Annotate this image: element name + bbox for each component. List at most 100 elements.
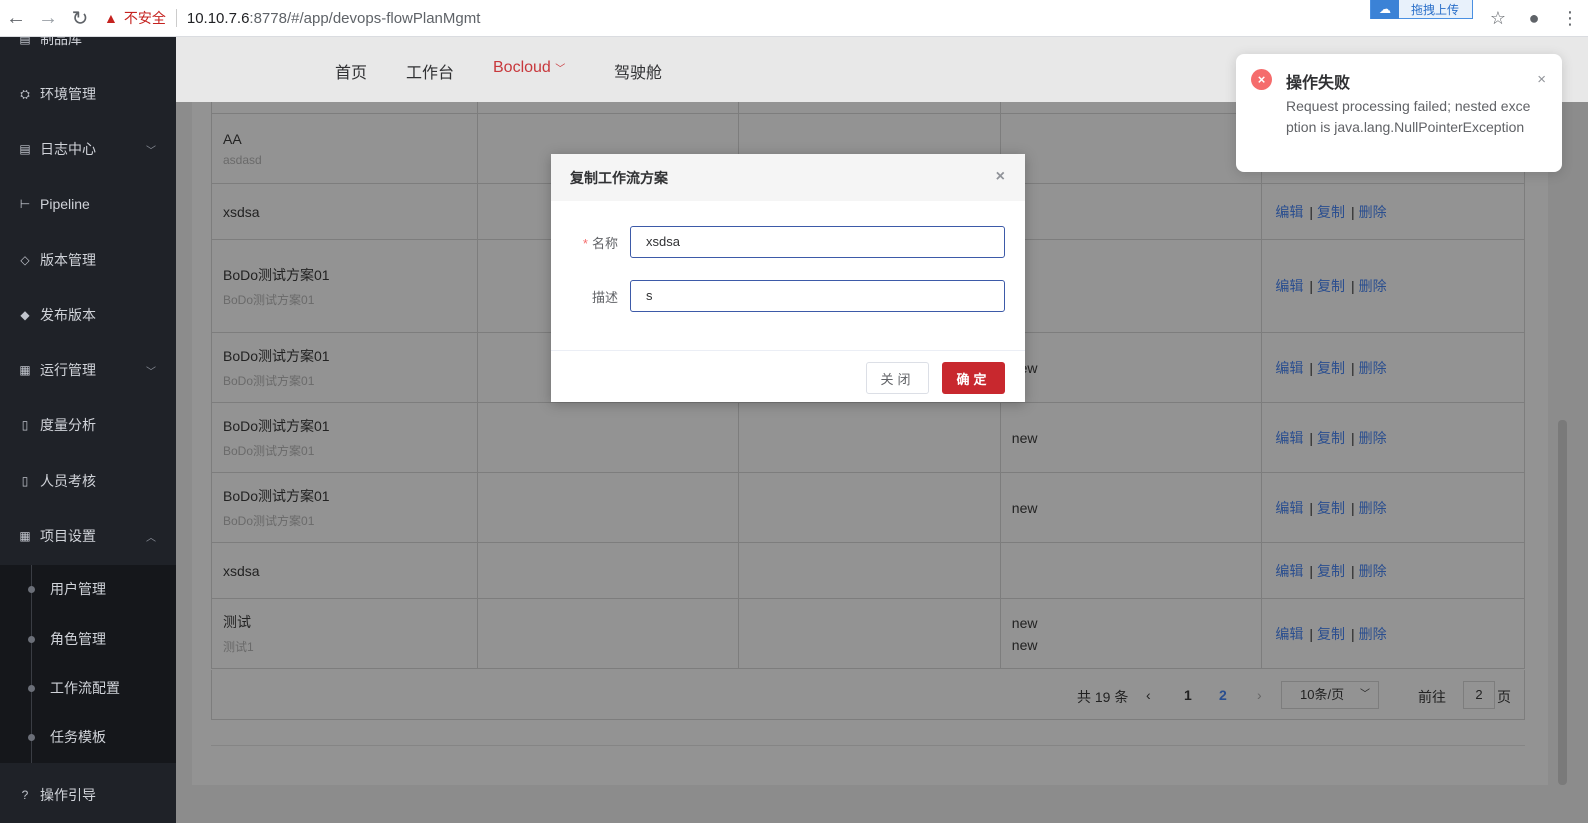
- tab-cockpit[interactable]: 驾驶舱: [614, 59, 662, 83]
- status-text: new: [1011, 614, 1038, 631]
- table-row: BoDo测试方案01BoDo测试方案01 new 编辑|复制|删除: [212, 473, 1524, 543]
- sidebar-item-label: 运行管理: [40, 362, 96, 378]
- address-bar[interactable]: ▲ 不安全 10.10.7.6 :8778/#/app/devops-flowP…: [104, 3, 1588, 33]
- edit-link[interactable]: 编辑: [1275, 428, 1303, 448]
- delete-link[interactable]: 删除: [1359, 358, 1387, 378]
- scrollbar[interactable]: [1558, 420, 1567, 785]
- divider: [211, 745, 1525, 746]
- sidebar-item-versions[interactable]: ◇ 版本管理: [0, 240, 176, 280]
- tab-workbench[interactable]: 工作台: [406, 59, 454, 83]
- plan-name: BoDo测试方案01: [223, 348, 330, 364]
- page-size-select[interactable]: 10条/页 ﹀: [1281, 681, 1379, 709]
- status-cell: new: [1001, 403, 1263, 472]
- copy-link[interactable]: 复制: [1317, 358, 1345, 378]
- account-icon[interactable]: ●: [1516, 8, 1552, 29]
- page-1[interactable]: 1: [1184, 687, 1192, 703]
- plan-name: xsdsa: [223, 203, 260, 220]
- copy-link[interactable]: 复制: [1317, 202, 1345, 222]
- sidebar-item-label: 版本管理: [40, 252, 96, 268]
- desc-label: 描述: [591, 289, 618, 305]
- op-separator: |: [1351, 429, 1355, 446]
- delete-link[interactable]: 删除: [1359, 202, 1387, 222]
- copy-link[interactable]: 复制: [1317, 561, 1345, 581]
- plan-name: 测试: [223, 614, 251, 630]
- prev-page-icon[interactable]: ‹: [1146, 687, 1151, 703]
- ops-cell: 编辑 | 复制 | 删除: [1262, 543, 1524, 598]
- sidebar-item-guide[interactable]: ? 操作引导: [0, 775, 176, 815]
- name-cell: BoDo测试方案01 BoDo测试方案01: [212, 473, 478, 542]
- table-cell: [739, 473, 1001, 542]
- url-path: :8778/#/app/devops-flowPlanMgmt: [249, 9, 481, 27]
- page-2[interactable]: 2: [1219, 687, 1227, 703]
- sidebar-item-workflow-config[interactable]: 工作流配置: [0, 668, 176, 708]
- plan-name: BoDo测试方案01: [223, 266, 330, 283]
- tab-label: Bocloud: [493, 59, 551, 76]
- edit-link[interactable]: 编辑: [1275, 276, 1303, 296]
- url-host: 10.10.7.6: [186, 9, 250, 27]
- copy-link[interactable]: 复制: [1317, 624, 1345, 644]
- delete-link[interactable]: 删除: [1359, 561, 1387, 581]
- copy-link[interactable]: 复制: [1317, 428, 1345, 448]
- box-icon: ◇: [20, 253, 30, 267]
- plan-name: BoDo测试方案01: [223, 418, 330, 434]
- pagination: 共 19 条 ‹ 1 2 › 10条/页 ﹀ 前往 2 页: [211, 670, 1525, 720]
- name-input[interactable]: xsdsa: [630, 226, 1005, 258]
- edit-link[interactable]: 编辑: [1275, 624, 1303, 644]
- status-text: new: [1011, 429, 1038, 446]
- goto-input[interactable]: 2: [1463, 681, 1495, 709]
- plan-name: BoDo测试方案01: [223, 488, 330, 504]
- op-separator: |: [1309, 625, 1314, 642]
- upload-extension[interactable]: ☁ 拖拽上传: [1370, 0, 1473, 19]
- sidebar-item-env[interactable]: ⛭ 环境管理: [0, 74, 176, 114]
- edit-link[interactable]: 编辑: [1275, 498, 1303, 518]
- next-page-icon[interactable]: ›: [1257, 687, 1262, 703]
- dialog-footer: 关闭 确定: [551, 350, 1025, 402]
- menu-icon[interactable]: ⋮: [1552, 8, 1588, 29]
- sidebar-item-label: 角色管理: [50, 631, 106, 647]
- sidebar-item-task-template[interactable]: 任务模板: [0, 717, 176, 757]
- sidebar-item-release[interactable]: ◆ 发布版本: [0, 295, 176, 335]
- table-cell: [1001, 543, 1263, 598]
- desc-input[interactable]: s: [630, 280, 1005, 312]
- doc-icon: ▯: [21, 418, 29, 432]
- release-icon: ◆: [20, 308, 30, 322]
- delete-link[interactable]: 删除: [1359, 428, 1387, 448]
- forward-icon[interactable]: →: [32, 0, 64, 37]
- sidebar-item-project-settings[interactable]: ▦ 项目设置 ︿: [0, 516, 176, 556]
- close-button[interactable]: 关闭: [866, 362, 929, 394]
- delete-link[interactable]: 删除: [1359, 276, 1387, 296]
- sidebar-item-logs[interactable]: ▤ 日志中心 ﹀: [0, 129, 176, 169]
- table-cell: [739, 102, 1001, 113]
- delete-link[interactable]: 删除: [1359, 624, 1387, 644]
- edit-link[interactable]: 编辑: [1275, 202, 1303, 222]
- copy-link[interactable]: 复制: [1317, 498, 1345, 518]
- back-icon[interactable]: ←: [0, 0, 32, 37]
- edit-link[interactable]: 编辑: [1275, 561, 1303, 581]
- dot-icon: [28, 635, 35, 643]
- copy-plan-dialog: 复制工作流方案 × * 名称 xsdsa 描述 s 关闭 确定: [551, 154, 1025, 402]
- error-icon: ×: [1251, 69, 1272, 90]
- sidebar-item-metrics[interactable]: ▯ 度量分析: [0, 405, 176, 445]
- sidebar-item-roles[interactable]: 角色管理: [0, 619, 176, 659]
- close-icon[interactable]: ×: [996, 168, 1005, 186]
- sidebar-footer: ? 操作引导: [0, 763, 176, 823]
- op-separator: |: [1309, 203, 1314, 220]
- status-text: new: [1011, 636, 1038, 653]
- plan-name: xsdsa: [223, 562, 260, 579]
- tab-bocloud[interactable]: Bocloud ﹀: [493, 59, 565, 77]
- reload-icon[interactable]: ↻: [64, 0, 96, 37]
- ops-cell: 编辑 | 复制 | 删除: [1262, 333, 1524, 402]
- copy-link[interactable]: 复制: [1317, 276, 1345, 296]
- edit-link[interactable]: 编辑: [1275, 358, 1303, 378]
- delete-link[interactable]: 删除: [1359, 498, 1387, 518]
- confirm-button[interactable]: 确定: [942, 362, 1005, 394]
- sidebar-item-runtime[interactable]: ▦ 运行管理 ﹀: [0, 350, 176, 390]
- star-icon[interactable]: ☆: [1480, 8, 1516, 29]
- tab-home[interactable]: 首页: [335, 59, 367, 83]
- sidebar-item-users[interactable]: 用户管理: [0, 569, 176, 609]
- dialog-header: 复制工作流方案 ×: [551, 154, 1025, 201]
- close-icon[interactable]: ×: [1537, 71, 1546, 88]
- table-row: BoDo测试方案01BoDo测试方案01 new 编辑|复制|删除: [212, 403, 1524, 473]
- sidebar-item-pipeline[interactable]: ⊢ Pipeline: [0, 184, 176, 224]
- sidebar-item-assessment[interactable]: ▯ 人员考核: [0, 461, 176, 501]
